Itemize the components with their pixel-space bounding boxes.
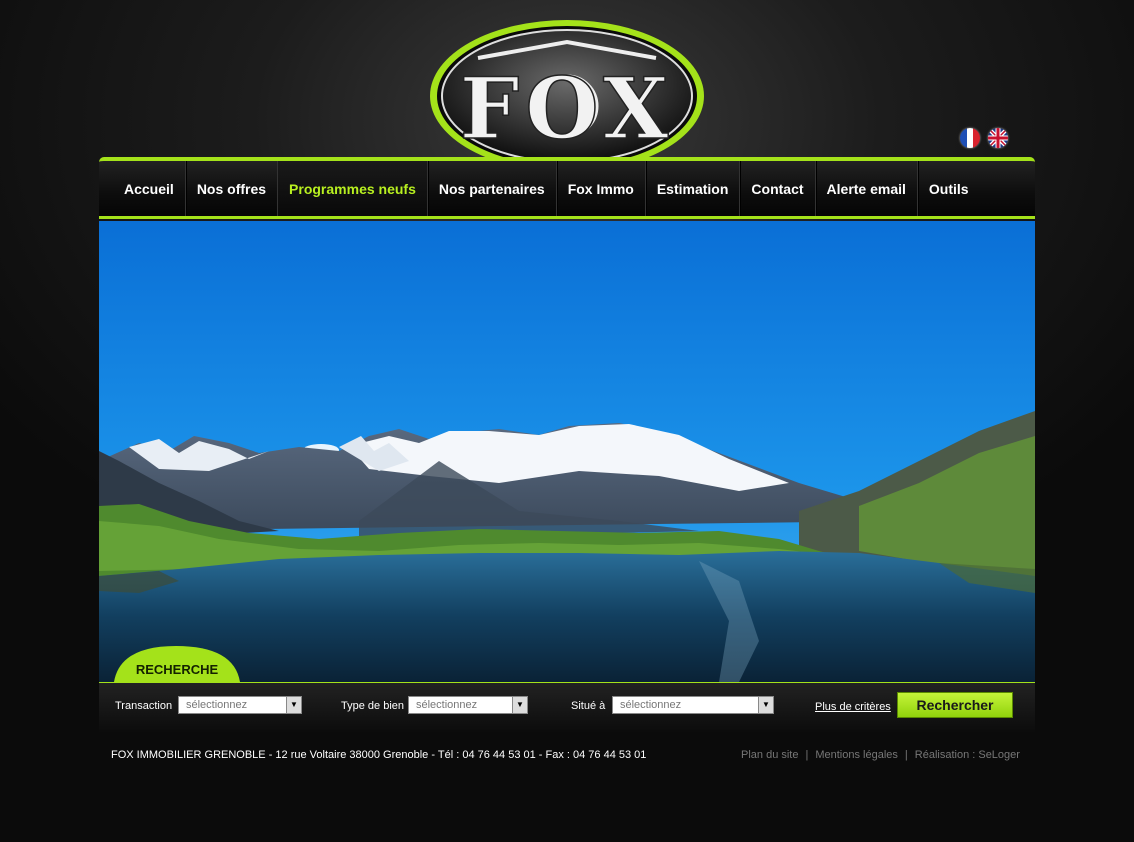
mountain-lake-illustration — [99, 221, 1035, 682]
main-navigation: Accueil Nos offres Programmes neufs Nos … — [99, 157, 1035, 219]
mentions-legales-link[interactable]: Mentions légales — [815, 749, 898, 761]
nav-item-nos-partenaires[interactable]: Nos partenaires — [428, 161, 557, 216]
situe-a-label: Situé à — [571, 700, 606, 712]
footer-separator: | — [904, 749, 908, 761]
nav-item-outils[interactable]: Outils — [918, 161, 980, 216]
flag-fr-icon[interactable] — [960, 128, 980, 148]
realisation-link[interactable]: Réalisation : SeLoger — [915, 749, 1020, 761]
recherche-tab-label: RECHERCHE — [136, 662, 219, 677]
footer-links: Plan du site | Mentions légales | Réalisatio… — [741, 749, 1020, 761]
logo-text: FOX — [460, 59, 675, 158]
nav-item-accueil[interactable]: Accueil — [113, 161, 186, 216]
hero-landscape-image — [99, 221, 1035, 682]
footer-separator: | — [805, 749, 809, 761]
type-de-bien-select-value: sélectionnez — [416, 699, 478, 711]
chevron-down-icon[interactable]: ▼ — [758, 697, 773, 713]
situe-a-select-value: sélectionnez — [620, 699, 682, 711]
chevron-down-icon[interactable]: ▼ — [286, 697, 301, 713]
nav-item-fox-immo[interactable]: Fox Immo — [557, 161, 646, 216]
nav-item-estimation[interactable]: Estimation — [646, 161, 741, 216]
rechercher-button[interactable]: Rechercher — [897, 692, 1013, 718]
transaction-select-value: sélectionnez — [186, 699, 248, 711]
chevron-down-icon[interactable]: ▼ — [512, 697, 527, 713]
type-de-bien-label: Type de bien — [341, 700, 404, 712]
plus-de-criteres-link[interactable]: Plus de critères — [815, 701, 891, 713]
flag-uk-icon[interactable] — [988, 128, 1008, 148]
transaction-label: Transaction — [115, 700, 173, 712]
plan-du-site-link[interactable]: Plan du site — [741, 749, 798, 761]
language-switcher — [960, 128, 1008, 148]
footer-address: FOX IMMOBILIER GRENOBLE - 12 rue Voltair… — [111, 749, 647, 761]
nav-item-alerte-email[interactable]: Alerte email — [816, 161, 918, 216]
type-de-bien-select[interactable]: sélectionnez ▼ — [408, 696, 528, 714]
fox-logo-icon: FOX — [430, 20, 704, 172]
fox-logo[interactable]: FOX — [428, 16, 706, 176]
nav-item-nos-offres[interactable]: Nos offres — [186, 161, 279, 216]
situe-a-select[interactable]: sélectionnez ▼ — [612, 696, 774, 714]
transaction-select[interactable]: sélectionnez ▼ — [178, 696, 302, 714]
nav-item-contact[interactable]: Contact — [740, 161, 816, 216]
search-bar: Transaction sélectionnez ▼ Type de bien … — [99, 682, 1035, 732]
nav-item-programmes-neufs[interactable]: Programmes neufs — [278, 161, 428, 216]
